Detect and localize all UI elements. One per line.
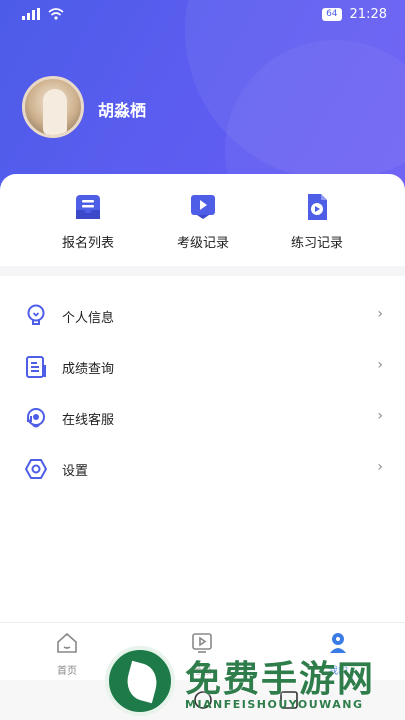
chevron-right-icon: ›: [377, 357, 383, 373]
profile-header: 64 21:28 胡淼栖: [0, 0, 405, 200]
home-icon: [57, 632, 77, 653]
status-left: [22, 8, 64, 20]
menu-item-settings[interactable]: 设置 ›: [0, 443, 405, 494]
avatar-figure: [43, 89, 67, 135]
menu-item-label: 成绩查询: [62, 362, 115, 377]
wifi-icon: [48, 8, 64, 20]
inbox-icon: [76, 195, 100, 219]
leaf-icon: [122, 660, 162, 704]
lightbulb-icon: [27, 304, 45, 325]
watermark-title: 免费手游网: [185, 659, 376, 700]
quick-action-exam-records[interactable]: 考级记录: [148, 192, 258, 251]
video-file-icon: [308, 194, 327, 220]
play-badge-icon: [191, 195, 215, 219]
quick-actions-card: 报名列表 考级记录 练习记录: [0, 174, 405, 266]
watermark-subtitle: MIANFEISHOUYOUWANG: [185, 698, 364, 711]
menu-item-online-service[interactable]: 在线客服 ›: [0, 392, 405, 443]
quick-action-label: 练习记录: [290, 236, 343, 251]
document-icon: [26, 356, 46, 378]
cell-signal-icon: [22, 8, 40, 20]
chevron-right-icon: ›: [377, 306, 383, 322]
menu-item-score-query[interactable]: 成绩查询 ›: [0, 341, 405, 392]
quick-action-practice-records[interactable]: 练习记录: [262, 192, 372, 251]
watermark: 免费手游网 MIANFEISHOUYOUWANG: [105, 640, 405, 720]
clock: 21:28: [349, 7, 387, 22]
chevron-right-icon: ›: [377, 408, 383, 424]
avatar[interactable]: [22, 76, 84, 138]
menu-item-label: 个人信息: [62, 311, 115, 326]
hexagon-icon: [24, 459, 48, 479]
menu-item-label: 在线客服: [62, 413, 115, 428]
tab-home[interactable]: 首页: [27, 631, 107, 677]
menu-item-personal-info[interactable]: 个人信息 ›: [0, 290, 405, 341]
headset-icon: [27, 408, 45, 428]
section-divider: [0, 266, 405, 276]
username: 胡淼栖: [98, 101, 147, 120]
chevron-right-icon: ›: [377, 459, 383, 475]
status-right: 64 21:28: [322, 7, 387, 22]
watermark-logo: [105, 646, 175, 716]
battery-indicator: 64: [322, 8, 342, 21]
menu-item-label: 设置: [62, 464, 89, 479]
status-bar: 64 21:28: [0, 0, 405, 30]
quick-action-signup-list[interactable]: 报名列表: [33, 192, 143, 251]
quick-action-label: 报名列表: [61, 236, 114, 251]
quick-action-label: 考级记录: [176, 236, 229, 251]
tab-label: 首页: [57, 666, 77, 677]
